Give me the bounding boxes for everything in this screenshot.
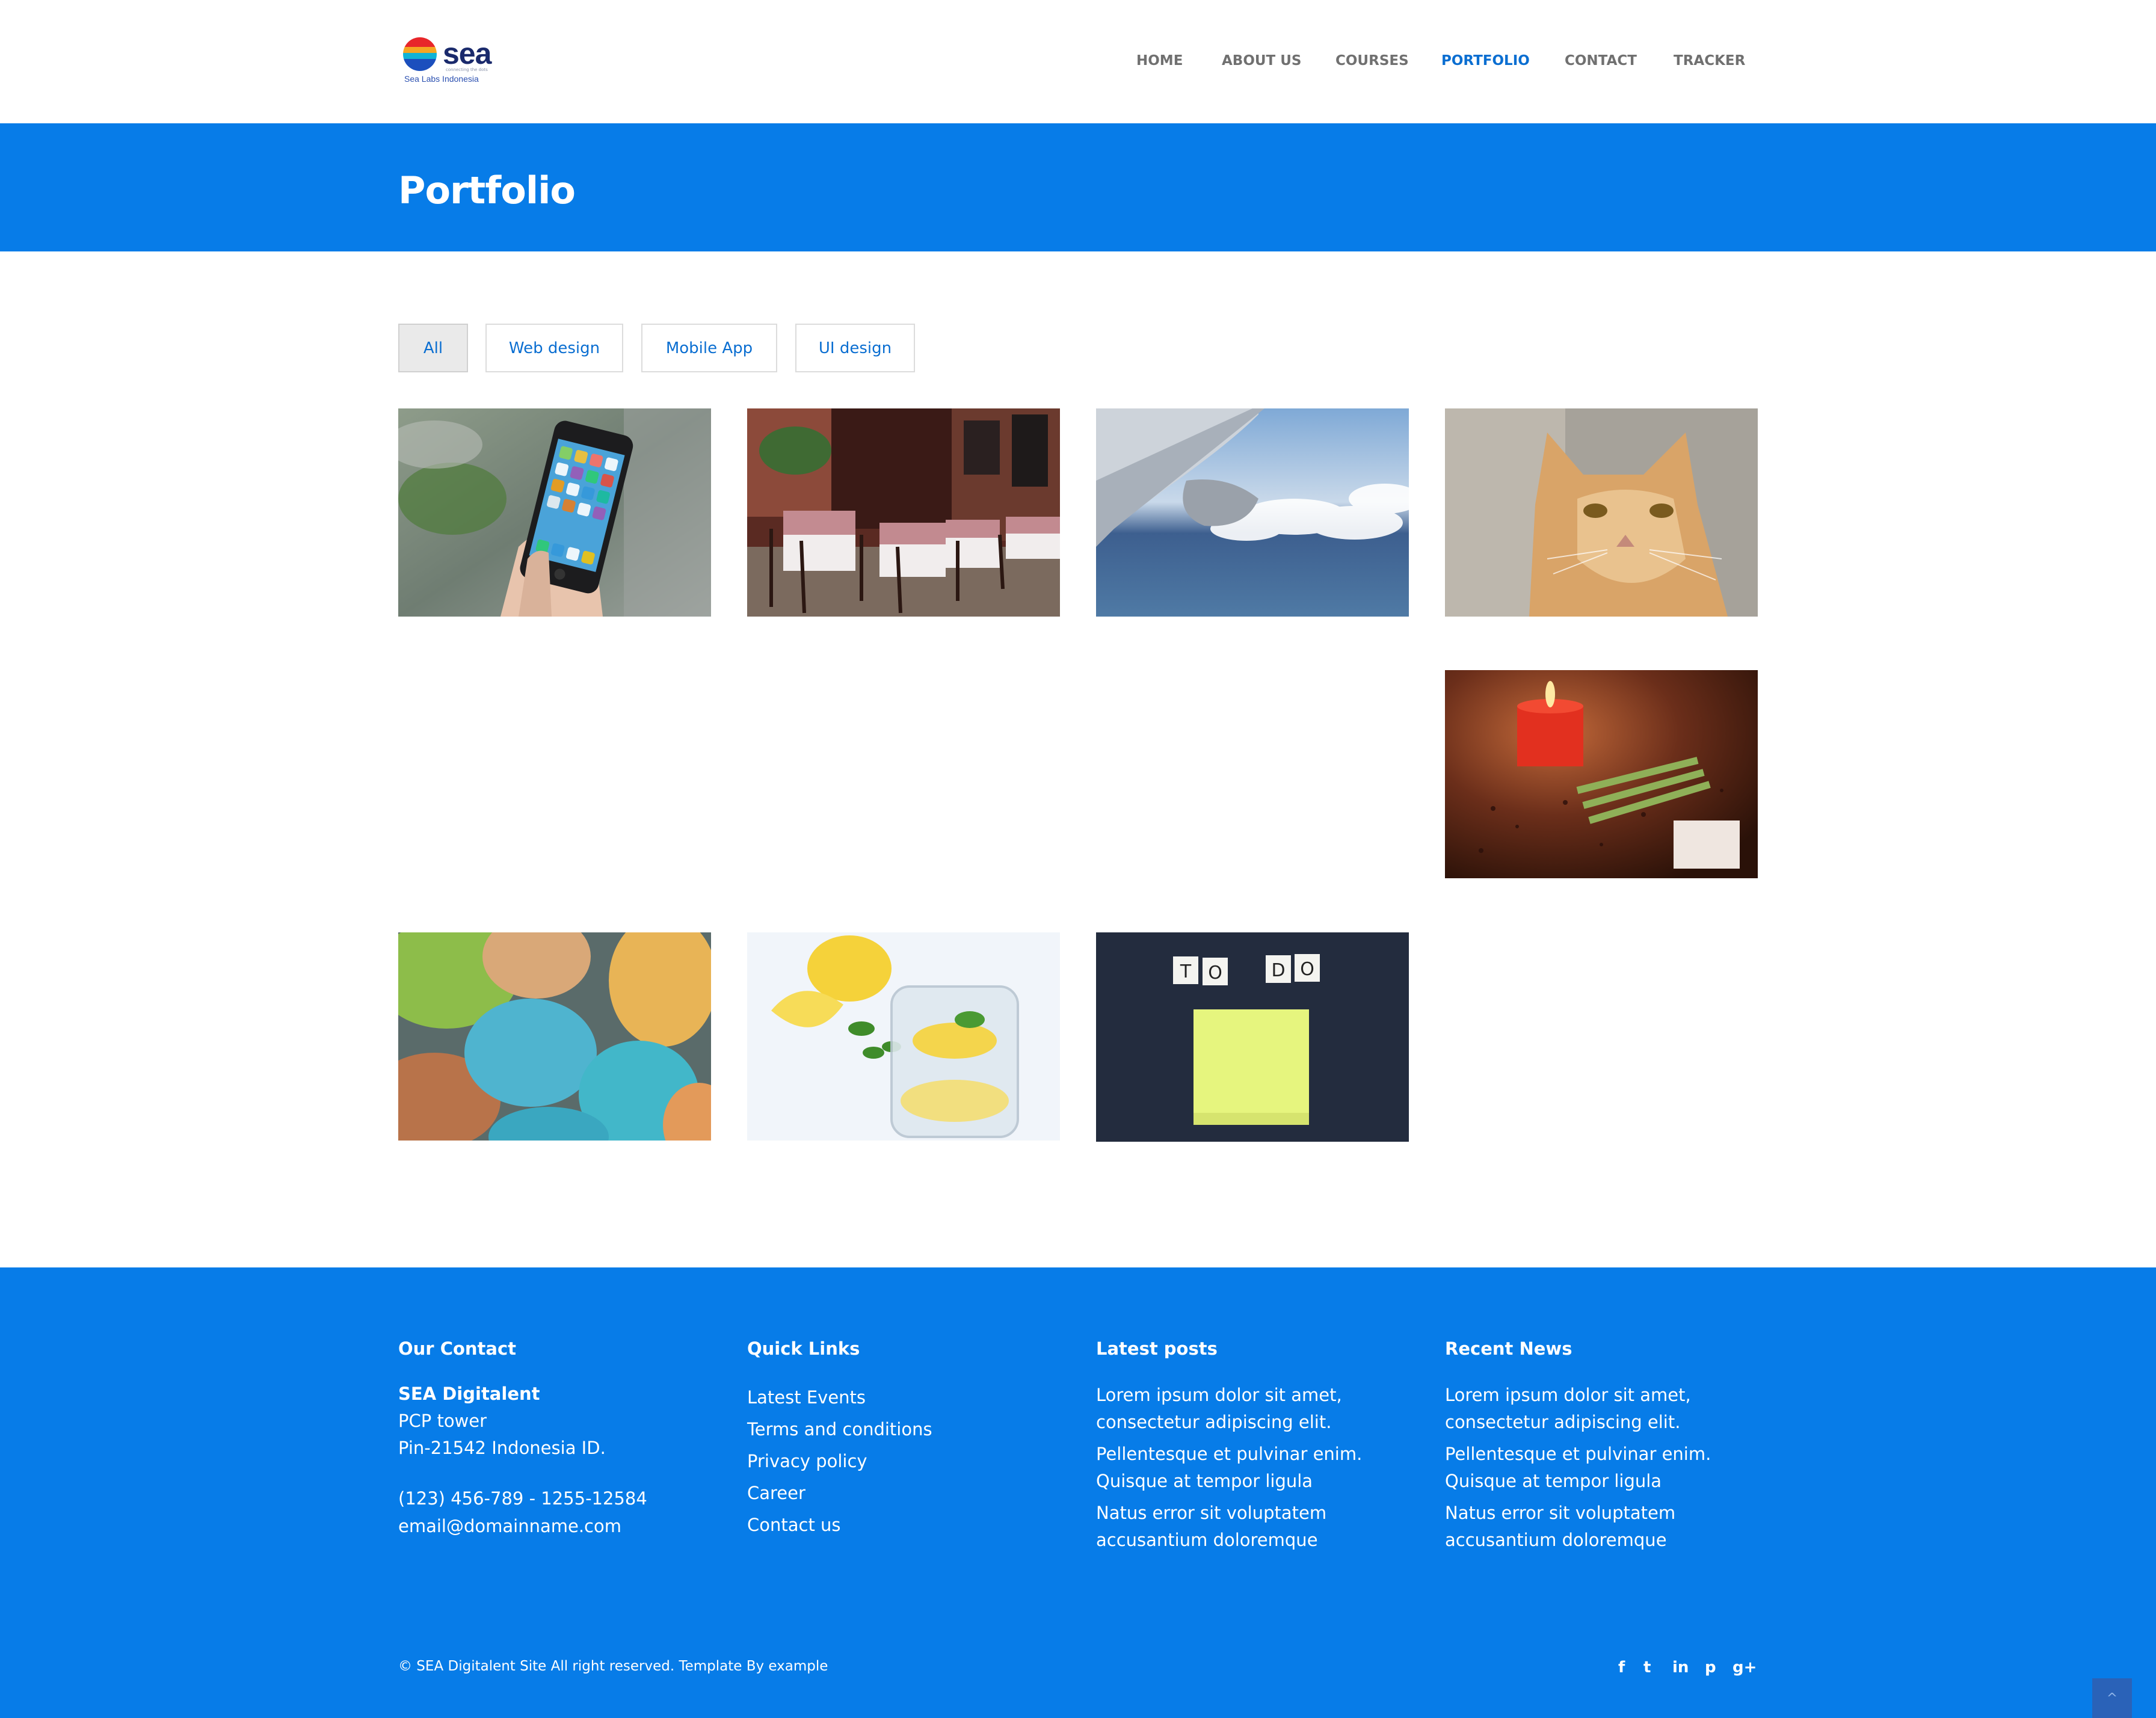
- footer-email[interactable]: email@domainname.com: [398, 1513, 621, 1540]
- portfolio-item-airplane-wing[interactable]: [1096, 408, 1409, 617]
- footer-link-privacy[interactable]: Privacy policy: [747, 1446, 932, 1477]
- todo-letter: O: [1300, 959, 1314, 980]
- footer-recent-news-heading: Recent News: [1445, 1338, 1572, 1359]
- nav-courses[interactable]: COURSES: [1335, 53, 1409, 69]
- footer-news-item[interactable]: Natus error sit voluptatem accusantium d…: [1445, 1500, 1770, 1554]
- portfolio-item-eggs[interactable]: [398, 932, 711, 1141]
- portfolio-item-lemon-water[interactable]: [747, 932, 1060, 1141]
- todo-letter: D: [1271, 960, 1285, 981]
- twitter-icon[interactable]: t: [1643, 1658, 1651, 1676]
- nav-portfolio[interactable]: PORTFOLIO: [1441, 53, 1530, 69]
- portfolio-item-restaurant[interactable]: [747, 408, 1060, 617]
- footer-post-item[interactable]: Lorem ipsum dolor sit amet, consectetur …: [1096, 1382, 1421, 1436]
- nav-about-us[interactable]: ABOUT US: [1222, 53, 1302, 69]
- footer-recent-news: Lorem ipsum dolor sit amet, consectetur …: [1445, 1382, 1770, 1559]
- linkedin-icon[interactable]: in: [1672, 1658, 1689, 1676]
- filter-web-design-button[interactable]: Web design: [485, 324, 623, 372]
- footer-quick-links-heading: Quick Links: [747, 1338, 860, 1359]
- footer-company-name: SEA Digitalent: [398, 1384, 540, 1404]
- page-banner: Portfolio: [0, 123, 2156, 251]
- footer-phone: (123) 456-789 - 1255-12584: [398, 1488, 647, 1509]
- portfolio-item-todo-note[interactable]: TODO: [1096, 932, 1409, 1142]
- footer-contact-heading: Our Contact: [398, 1338, 517, 1359]
- nav-contact[interactable]: CONTACT: [1565, 53, 1637, 69]
- back-to-top-button[interactable]: ^: [2092, 1678, 2132, 1718]
- brand-subtitle: Sea Labs Indonesia: [404, 74, 479, 84]
- footer-news-item[interactable]: Lorem ipsum dolor sit amet, consectetur …: [1445, 1382, 1770, 1436]
- footer-latest-posts-heading: Latest posts: [1096, 1338, 1218, 1359]
- site-footer: Our Contact SEA Digitalent PCP tower Pin…: [0, 1267, 2156, 1718]
- footer-address-line1: PCP tower: [398, 1411, 487, 1431]
- portfolio-item-candle[interactable]: [1445, 670, 1758, 878]
- nav-tracker[interactable]: TRACKER: [1674, 53, 1745, 69]
- footer-link-terms[interactable]: Terms and conditions: [747, 1414, 932, 1446]
- footer-link-latest-events[interactable]: Latest Events: [747, 1382, 932, 1414]
- portfolio-item-smartphone[interactable]: [398, 408, 711, 617]
- footer-link-career[interactable]: Career: [747, 1477, 932, 1509]
- footer-post-item[interactable]: Pellentesque et pulvinar enim. Quisque a…: [1096, 1441, 1421, 1495]
- footer-latest-posts: Lorem ipsum dolor sit amet, consectetur …: [1096, 1382, 1421, 1559]
- nav-home[interactable]: HOME: [1136, 53, 1183, 69]
- filter-all-button[interactable]: All: [398, 324, 468, 372]
- filter-mobile-app-button[interactable]: Mobile App: [641, 324, 777, 372]
- main-nav: HOME ABOUT US COURSES PORTFOLIO CONTACT …: [0, 53, 2156, 71]
- footer-quick-links: Latest Events Terms and conditions Priva…: [747, 1382, 932, 1541]
- facebook-icon[interactable]: f: [1618, 1658, 1625, 1676]
- footer-news-item[interactable]: Pellentesque et pulvinar enim. Quisque a…: [1445, 1441, 1770, 1495]
- footer-post-item[interactable]: Natus error sit voluptatem accusantium d…: [1096, 1500, 1421, 1554]
- filter-ui-design-button[interactable]: UI design: [795, 324, 915, 372]
- site-header: sea connecting the dots Sea Labs Indones…: [0, 0, 2156, 123]
- portfolio-item-cat[interactable]: [1445, 408, 1758, 617]
- copyright-text: © SEA Digitalent Site All right reserved…: [398, 1658, 828, 1674]
- todo-letter: T: [1180, 961, 1192, 982]
- google-plus-icon[interactable]: g+: [1732, 1658, 1757, 1676]
- footer-address-line2: Pin-21542 Indonesia ID.: [398, 1438, 606, 1458]
- todo-letter: O: [1208, 962, 1222, 984]
- footer-link-contact-us[interactable]: Contact us: [747, 1509, 932, 1541]
- pinterest-icon[interactable]: p: [1705, 1658, 1716, 1676]
- page-title: Portfolio: [398, 168, 576, 212]
